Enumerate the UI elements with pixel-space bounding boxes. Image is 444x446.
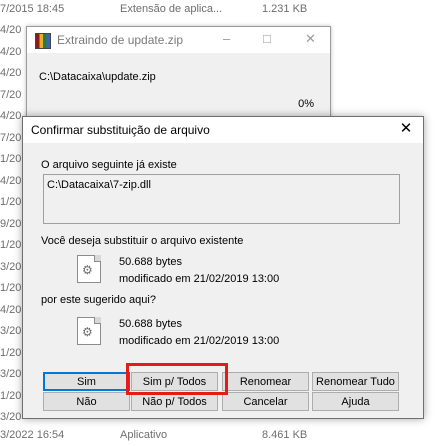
file-date-partial: 3/20 [0, 260, 22, 273]
dialog-titlebar[interactable]: Confirmar substituição de arquivo ✕ [23, 117, 423, 143]
extract-percent: 0% [298, 98, 314, 110]
file-date-partial: 1/20 [0, 389, 22, 402]
winrar-archive-icon [35, 33, 51, 49]
existing-path-box: C:\Datacaixa\7-zip.dll [43, 174, 400, 224]
file-date-partial: 4/20 [0, 174, 22, 187]
no-button[interactable]: Não [43, 392, 130, 411]
file-date-partial: 4/20 [0, 67, 22, 79]
confirm-replace-dialog: Confirmar substituição de arquivo ✕ O ar… [22, 116, 424, 419]
close-icon[interactable]: ✕ [305, 31, 316, 47]
file-row[interactable]: 3/2022 16:54 Aplicativo 8.461 KB [0, 426, 444, 446]
minimize-icon[interactable]: – [223, 31, 230, 46]
file-type: Aplicativo [120, 429, 168, 441]
dialog-title: Confirmar substituição de arquivo [31, 123, 210, 137]
file-date-partial: 1/20 [0, 282, 22, 294]
existing-file-size: 50.688 bytes [119, 256, 182, 268]
file-date: 7/2015 18:45 [0, 3, 65, 15]
yes-button[interactable]: Sim [43, 372, 130, 391]
extract-window-title: Extraindo de update.zip [57, 33, 184, 47]
help-button[interactable]: Ajuda [312, 392, 399, 411]
exists-label: O arquivo seguinte já existe [41, 159, 177, 171]
file-date-partial: 4/20 [0, 303, 22, 316]
file-row[interactable]: 7/2015 18:45 Extensão de aplica... 1.231… [0, 0, 444, 20]
dll-file-icon: ⚙ [77, 317, 101, 345]
extract-window-titlebar[interactable]: Extraindo de update.zip – □ ✕ [27, 27, 330, 53]
file-type: Extensão de aplica... [120, 3, 223, 15]
existing-file-modified: modificado em 21/02/2019 13:00 [119, 273, 280, 285]
file-size: 8.461 KB [262, 429, 308, 441]
extract-path: C:\Datacaixa\update.zip [39, 71, 156, 83]
new-file-modified: modificado em 21/02/2019 13:00 [119, 335, 280, 347]
file-date-partial: 9/20 [0, 217, 22, 230]
file-date: 3/2022 16:54 [0, 429, 65, 441]
file-date-partial: 7/20 [0, 131, 22, 144]
cancel-button[interactable]: Cancelar [222, 392, 309, 411]
new-file-size: 50.688 bytes [119, 318, 182, 330]
file-date-partial: 1/20 [0, 153, 22, 165]
file-date-partial: 1/20 [0, 239, 22, 251]
replace-question: Você deseja substituir o arquivo existen… [41, 235, 244, 247]
file-date-partial: 1/20 [0, 346, 22, 359]
file-date-partial: 7/20 [0, 88, 22, 101]
file-date-partial: 4/20 [0, 24, 22, 36]
maximize-icon[interactable]: □ [263, 31, 271, 46]
file-date-partial: 3/20 [0, 325, 22, 337]
rename-button[interactable]: Renomear [222, 372, 309, 391]
rename-all-button[interactable]: Renomear Tudo [312, 372, 399, 391]
with-question: por este sugerido aqui? [41, 294, 156, 306]
existing-path: C:\Datacaixa\7-zip.dll [47, 179, 151, 191]
no-to-all-button[interactable]: Não p/ Todos [131, 392, 218, 411]
file-date-partial: 3/20 [0, 411, 22, 423]
dll-file-icon: ⚙ [77, 255, 101, 283]
file-date-partial: 3/20 [0, 368, 22, 380]
file-size: 1.231 KB [262, 3, 308, 15]
file-date-partial: 4/20 [0, 110, 22, 122]
yes-to-all-button[interactable]: Sim p/ Todos [131, 372, 218, 391]
file-date-partial: 4/20 [0, 45, 22, 58]
close-icon[interactable]: ✕ [397, 120, 415, 138]
file-date-partial: 1/20 [0, 196, 22, 208]
